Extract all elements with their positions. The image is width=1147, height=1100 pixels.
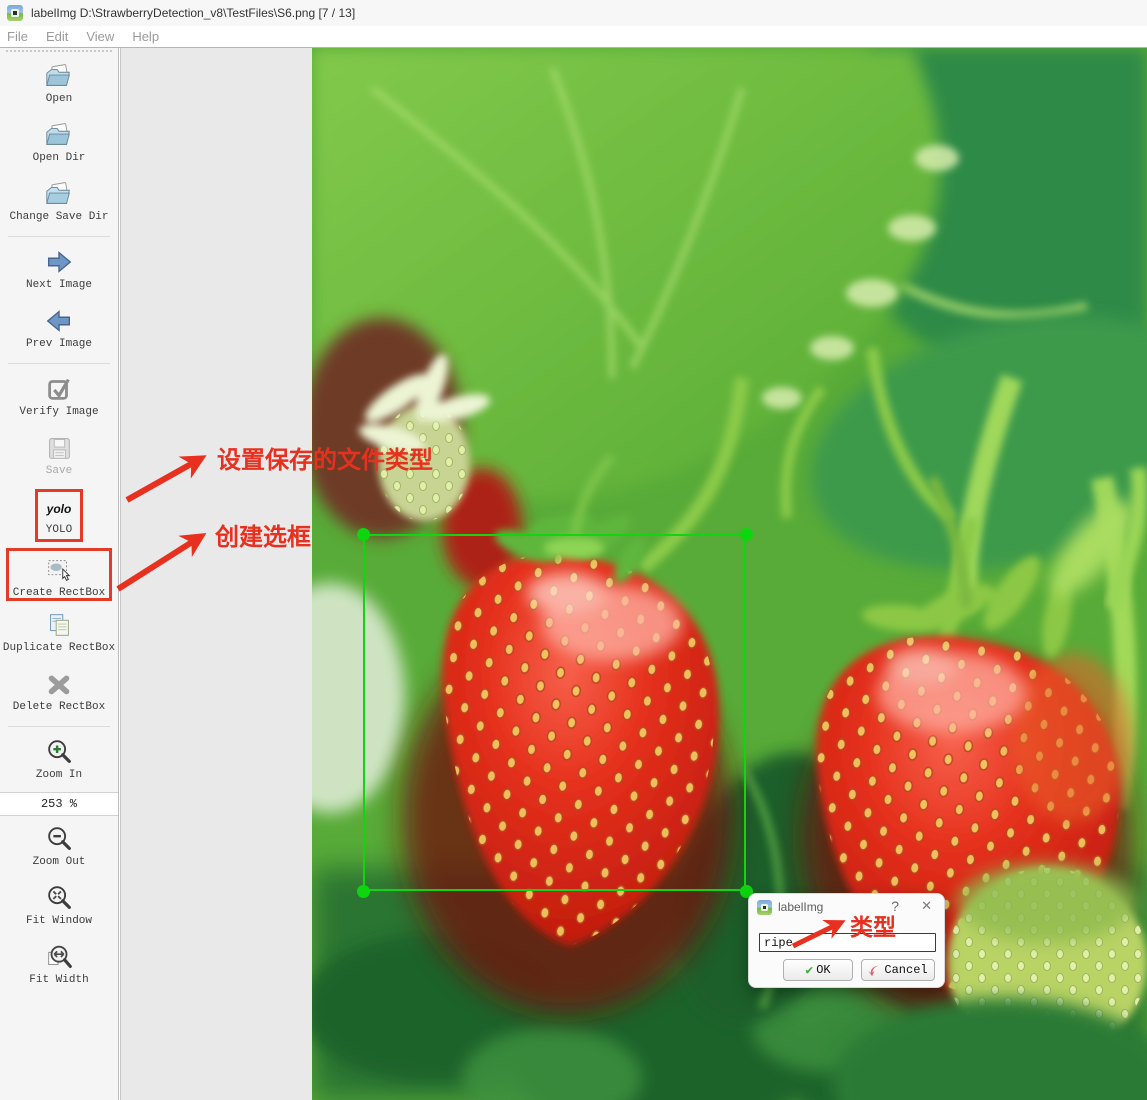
toolbar-button-save[interactable]: Save xyxy=(0,427,118,486)
toolbar-label: YOLO xyxy=(46,524,72,536)
arrow-left-icon xyxy=(44,306,74,336)
menu-file[interactable]: File xyxy=(7,29,28,44)
label-input[interactable] xyxy=(759,933,936,952)
tools-dock: Open Open Dir Change Save Dir Next Ima xyxy=(0,48,119,1100)
rectbox-handle-topleft[interactable] xyxy=(357,528,370,541)
create-rectbox-icon xyxy=(44,555,74,585)
toolbar-label: Save xyxy=(46,465,72,477)
dialog-title: labelImg xyxy=(778,900,823,914)
toolbar-button-fit-window[interactable]: Fit Window xyxy=(0,877,118,936)
duplicate-rectbox-icon xyxy=(44,610,74,640)
dialog-help-button[interactable]: ? xyxy=(891,898,899,914)
toolbar-button-delete-rectbox[interactable]: Delete RectBox xyxy=(0,663,118,722)
toolbar-label: Open Dir xyxy=(33,152,86,164)
folder-save-icon xyxy=(44,179,74,209)
app-icon xyxy=(7,5,23,21)
toolbar-label: Next Image xyxy=(26,279,92,291)
rectbox-handle-topright[interactable] xyxy=(740,528,753,541)
toolbar-label: Verify Image xyxy=(19,406,98,418)
toolbar-button-format-yolo[interactable]: yolo YOLO xyxy=(35,489,83,542)
toolbar-button-next-image[interactable]: Next Image xyxy=(0,241,118,300)
menu-bar: File Edit View Help xyxy=(0,26,1147,47)
label-dialog: labelImg ? ✕ ✔ OK Cancel xyxy=(748,893,945,988)
toolbar-button-change-save-dir[interactable]: Change Save Dir xyxy=(0,173,118,232)
check-icon: ✔ xyxy=(805,963,813,978)
ok-button-label: OK xyxy=(816,963,830,977)
folder-open-dir-icon xyxy=(44,120,74,150)
menu-view[interactable]: View xyxy=(86,29,114,44)
zoom-in-icon xyxy=(44,737,74,767)
cancel-button[interactable]: Cancel xyxy=(861,959,935,981)
toolbar-label: Fit Window xyxy=(26,915,92,927)
zoom-level-value: 253 % xyxy=(41,797,77,811)
title-bar: labelImg D:\StrawberryDetection_v8\TestF… xyxy=(0,0,1147,26)
fit-width-icon xyxy=(44,942,74,972)
folder-open-icon xyxy=(44,61,74,91)
toolbar-separator xyxy=(8,236,110,237)
toolbar-button-fit-width[interactable]: Fit Width xyxy=(0,936,118,995)
labelimg-window: labelImg D:\StrawberryDetection_v8\TestF… xyxy=(0,0,1147,1100)
toolbar-label: Create RectBox xyxy=(13,587,105,599)
toolbar-button-open[interactable]: Open xyxy=(0,55,118,114)
toolbar-button-open-dir[interactable]: Open Dir xyxy=(0,114,118,173)
toolbar-button-create-rectbox[interactable]: Create RectBox xyxy=(6,548,112,601)
toolbar-label: Zoom In xyxy=(36,769,82,781)
toolbar-label: Delete RectBox xyxy=(13,701,105,713)
window-title: labelImg D:\StrawberryDetection_v8\TestF… xyxy=(31,6,355,20)
menu-help[interactable]: Help xyxy=(132,29,159,44)
toolbar-separator xyxy=(8,726,110,727)
zoom-level-spinbox[interactable]: 253 % xyxy=(0,792,118,816)
floppy-disk-icon xyxy=(44,433,74,463)
toolbar-label: Duplicate RectBox xyxy=(3,642,115,654)
toolbar-button-verify-image[interactable]: Verify Image xyxy=(0,368,118,427)
dialog-title-bar: labelImg ? ✕ xyxy=(749,894,944,920)
ok-button[interactable]: ✔ OK xyxy=(783,959,853,981)
zoom-out-icon xyxy=(44,824,74,854)
toolbar-label: Change Save Dir xyxy=(9,211,108,223)
cancel-button-label: Cancel xyxy=(884,963,927,977)
rectbox-annotation[interactable] xyxy=(363,534,746,891)
toolbar-button-zoom-out[interactable]: Zoom Out xyxy=(0,818,118,877)
rectbox-handle-bottomleft[interactable] xyxy=(357,885,370,898)
delete-x-icon xyxy=(44,669,74,699)
cancel-arrow-icon xyxy=(868,964,881,977)
toolbar-separator xyxy=(8,363,110,364)
toolbar-label: Zoom Out xyxy=(33,856,86,868)
menu-edit[interactable]: Edit xyxy=(46,29,68,44)
dialog-app-icon xyxy=(757,900,772,915)
arrow-right-icon xyxy=(44,247,74,277)
fit-window-icon xyxy=(44,883,74,913)
dialog-close-icon[interactable]: ✕ xyxy=(921,898,932,914)
toolbar-button-duplicate-rectbox[interactable]: Duplicate RectBox xyxy=(0,604,118,663)
toolbar-label: Prev Image xyxy=(26,338,92,350)
toolbar-button-zoom-in[interactable]: Zoom In xyxy=(0,731,118,790)
yolo-format-icon: yolo xyxy=(47,496,72,522)
checkbox-icon xyxy=(44,374,74,404)
toolbar-label: Open xyxy=(46,93,72,105)
toolbar-button-prev-image[interactable]: Prev Image xyxy=(0,300,118,359)
toolbar-label: Fit Width xyxy=(29,974,88,986)
